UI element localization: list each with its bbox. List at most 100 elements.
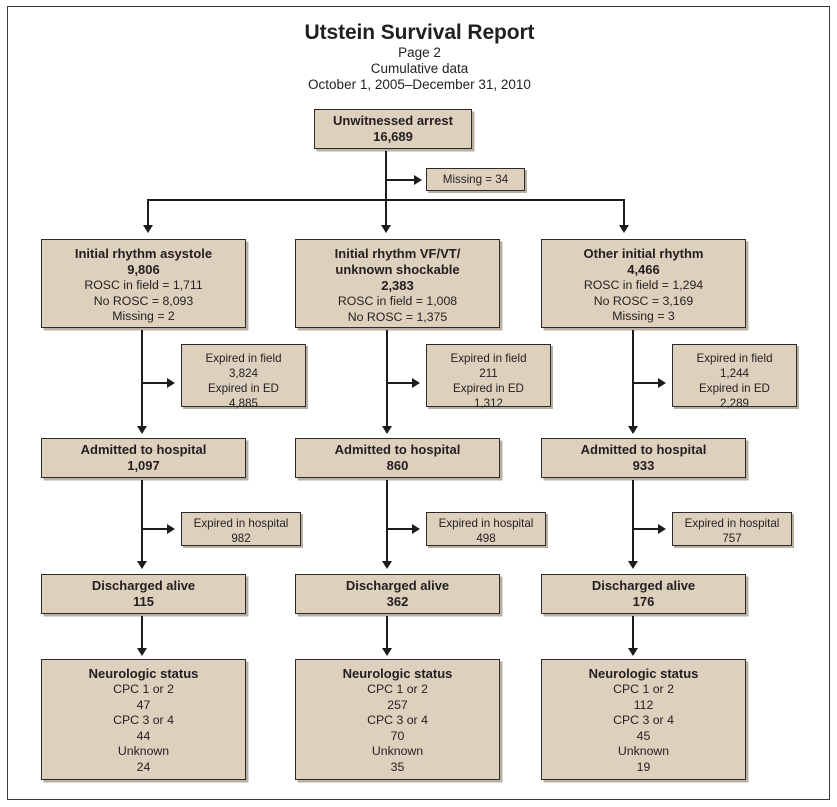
node-value-expired-field: 1,244 — [719, 367, 749, 380]
connector-col2-admitted-to-discharged — [386, 480, 389, 563]
connector-col3-rhythm-to-admitted — [632, 330, 635, 428]
arrow-col1-to-discharged — [137, 561, 147, 569]
neuro-label-cpc34: CPC 3 or 4 — [113, 713, 174, 727]
node-value-expired-ed: 2,289 — [719, 397, 749, 410]
figure-frame: Utstein Survival Report Page 2 Cumulativ… — [7, 6, 830, 800]
connector-col2-discharged-to-neuro — [386, 616, 389, 650]
node-label-expired-ed: Expired in ED — [699, 382, 770, 395]
connector-drop-col3 — [623, 199, 626, 227]
node-col3-discharged: Discharged alive 176 — [541, 574, 746, 614]
node-col3-expired-prehospital: Expired in field 1,244 Expired in ED 2,2… — [672, 344, 797, 410]
neuro-value-cpc34: 70 — [390, 728, 405, 743]
node-value-expired-ed: 1,312 — [473, 397, 503, 410]
node-unwitnessed-arrest: Unwitnessed arrest 16,689 — [314, 109, 472, 149]
node-label-expired-field: Expired in field — [205, 352, 282, 365]
node-detail-no-rosc: No ROSC = 8,093 — [93, 293, 194, 308]
node-rhythm-other: Other initial rhythm 4,466 ROSC in field… — [541, 239, 746, 328]
title-block: Utstein Survival Report Page 2 Cumulativ… — [8, 20, 831, 93]
node-label: Missing = 34 — [442, 173, 509, 186]
node-col2-admitted: Admitted to hospital 860 — [295, 438, 500, 478]
neuro-label-cpc12: CPC 1 or 2 — [113, 682, 174, 696]
node-col3-neurologic-status: Neurologic status CPC 1 or 2 112 CPC 3 o… — [541, 659, 746, 780]
node-rhythm-vf-vt: Initial rhythm VF/VT/ unknown shockable … — [295, 239, 500, 328]
neuro-value-unknown: 35 — [390, 759, 405, 774]
neuro-value-cpc34: 45 — [636, 728, 651, 743]
arrow-col1-to-expired-hosp — [167, 524, 175, 534]
node-label: Expired in hospital — [193, 517, 289, 530]
node-title: Discharged alive — [345, 578, 450, 593]
connector-col1-to-expired-pre — [143, 382, 170, 385]
connector-col3-to-expired-hosp — [634, 528, 661, 531]
node-title: Admitted to hospital — [80, 442, 207, 457]
node-value: 4,466 — [627, 262, 660, 277]
node-value-expired-field: 211 — [479, 367, 498, 380]
neuro-label-cpc34: CPC 3 or 4 — [613, 713, 674, 727]
node-col1-expired-hospital: Expired in hospital 982 — [181, 512, 301, 546]
node-title: Admitted to hospital — [580, 442, 707, 457]
arrow-col1-to-expired-pre — [167, 378, 175, 388]
connector-col3-discharged-to-neuro — [632, 616, 635, 650]
connector-col2-to-expired-hosp — [388, 528, 415, 531]
node-title: Discharged alive — [91, 578, 196, 593]
arrow-col1-to-neuro — [137, 648, 147, 656]
node-col2-discharged: Discharged alive 362 — [295, 574, 500, 614]
node-value: 176 — [632, 594, 655, 609]
neuro-label-cpc12: CPC 1 or 2 — [613, 682, 674, 696]
neuro-value-cpc12: 112 — [633, 697, 654, 712]
arrow-root-to-missing — [414, 175, 422, 185]
arrow-col2-to-discharged — [382, 561, 392, 569]
arrow-col2-to-admitted — [382, 426, 392, 434]
node-col2-expired-prehospital: Expired in field 211 Expired in ED 1,312 — [426, 344, 551, 410]
arrow-col3-to-discharged — [628, 561, 638, 569]
arrow-col2-to-neuro — [382, 648, 392, 656]
node-col3-expired-hospital: Expired in hospital 757 — [672, 512, 792, 546]
connector-col3-admitted-to-discharged — [632, 480, 635, 563]
node-detail-rosc: ROSC in field = 1,008 — [337, 294, 458, 308]
arrow-col3-to-expired-pre — [658, 378, 666, 388]
arrow-col3-to-admitted — [628, 426, 638, 434]
node-col1-neurologic-status: Neurologic status CPC 1 or 2 47 CPC 3 or… — [41, 659, 246, 780]
node-value: 9,806 — [127, 262, 160, 277]
arrow-col2-to-expired-pre — [412, 378, 420, 388]
node-title: Neurologic status — [342, 666, 453, 681]
node-detail-missing: Missing = 2 — [112, 309, 175, 323]
neuro-value-unknown: 19 — [636, 759, 651, 774]
connector-col1-rhythm-to-admitted — [141, 330, 144, 428]
subtitle-data-type: Cumulative data — [370, 61, 469, 76]
neuro-label-unknown: Unknown — [117, 744, 170, 758]
neuro-label-unknown: Unknown — [617, 744, 670, 758]
arrow-drop-col1 — [143, 225, 153, 233]
node-col1-admitted: Admitted to hospital 1,097 — [41, 438, 246, 478]
arrow-drop-col3 — [619, 225, 629, 233]
node-value: 362 — [386, 594, 409, 609]
neuro-value-cpc34: 44 — [136, 728, 151, 743]
connector-col1-admitted-to-discharged — [141, 480, 144, 563]
node-title: Other initial rhythm — [583, 246, 704, 261]
node-title: Neurologic status — [588, 666, 699, 681]
node-title: Admitted to hospital — [334, 442, 461, 457]
neuro-value-cpc12: 47 — [136, 697, 151, 712]
node-label-expired-field: Expired in field — [450, 352, 527, 365]
node-value: 2,383 — [381, 278, 414, 293]
node-col2-expired-hospital: Expired in hospital 498 — [426, 512, 546, 546]
node-value: 115 — [133, 594, 154, 609]
node-label-expired-ed: Expired in ED — [453, 382, 524, 395]
connector-col2-rhythm-to-admitted — [386, 330, 389, 428]
subtitle-date-range: October 1, 2005–December 31, 2010 — [308, 77, 531, 92]
connector-drop-col1 — [147, 199, 150, 227]
connector-col1-discharged-to-neuro — [141, 616, 144, 650]
node-value: 16,689 — [373, 129, 413, 144]
node-value: 982 — [231, 532, 251, 545]
node-title: Discharged alive — [591, 578, 696, 593]
connector-col2-to-expired-pre — [388, 382, 415, 385]
node-label: Expired in hospital — [684, 517, 780, 530]
node-label-expired-field: Expired in field — [696, 352, 773, 365]
connector-root-to-missing — [387, 179, 417, 182]
connector-root-trunk — [385, 151, 388, 227]
neuro-label-cpc34: CPC 3 or 4 — [367, 713, 428, 727]
node-title: Unwitnessed arrest — [333, 113, 453, 128]
node-root-missing: Missing = 34 — [426, 168, 525, 191]
node-value: 1,097 — [127, 458, 160, 473]
node-label: Expired in hospital — [438, 517, 534, 530]
node-rhythm-asystole: Initial rhythm asystole 9,806 ROSC in fi… — [41, 239, 246, 328]
